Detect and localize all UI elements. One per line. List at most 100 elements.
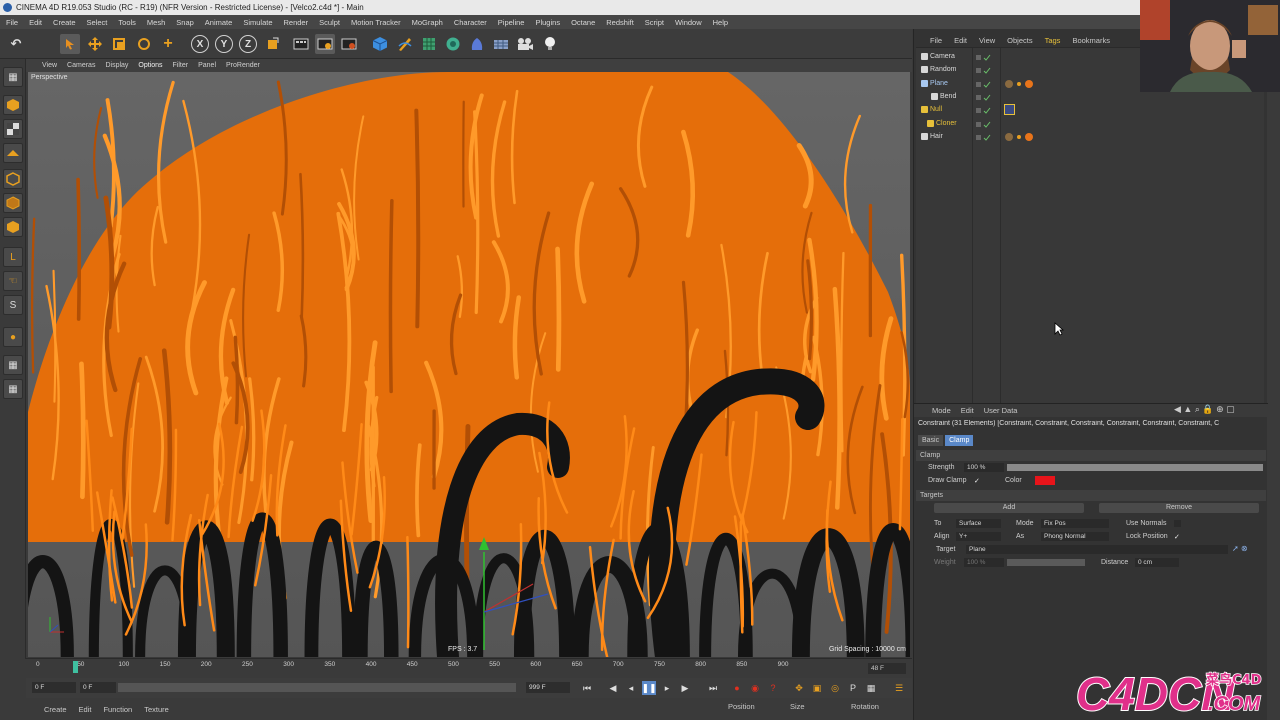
menu-item-create[interactable]: Create: [53, 18, 76, 27]
visibility-toggle-icon[interactable]: [976, 53, 991, 61]
pause-icon[interactable]: ❚❚: [641, 681, 657, 695]
pen-spline-icon[interactable]: [395, 34, 415, 54]
key-scale-icon[interactable]: ▣: [810, 681, 824, 695]
axis-x-lock-button[interactable]: X: [191, 35, 209, 53]
target-link-field[interactable]: Plane: [966, 545, 1228, 554]
cube-primitive-icon[interactable]: [370, 34, 390, 54]
visibility-toggle-icon[interactable]: [976, 106, 991, 114]
key-rotation-icon[interactable]: ◎: [828, 681, 842, 695]
menu-item-motion-tracker[interactable]: Motion Tracker: [351, 18, 401, 27]
object-menu-edit[interactable]: Edit: [954, 36, 967, 45]
mode-dropdown[interactable]: Fix Pos: [1041, 519, 1109, 528]
locked-workplane-icon[interactable]: ▦: [3, 355, 23, 375]
align-dropdown[interactable]: Y+: [956, 532, 1001, 541]
object-menu-bookmarks[interactable]: Bookmarks: [1072, 36, 1110, 45]
to-dropdown[interactable]: Surface: [956, 519, 1001, 528]
object-row-null[interactable]: Null: [916, 103, 1264, 116]
min-frame-field[interactable]: 0 F: [80, 682, 116, 693]
viewport-menu-filter[interactable]: Filter: [173, 62, 189, 69]
selection-tag-icon[interactable]: [1004, 104, 1015, 116]
light-icon[interactable]: [540, 34, 560, 54]
deformer-icon[interactable]: [467, 34, 487, 54]
recent-tools-icon[interactable]: +: [158, 34, 178, 54]
visibility-toggle-icon[interactable]: [976, 93, 991, 101]
visibility-toggle-icon[interactable]: [976, 120, 991, 128]
remove-target-button[interactable]: Remove: [1099, 503, 1259, 513]
cloner-mograph-icon[interactable]: [443, 34, 463, 54]
viewport-menu-display[interactable]: Display: [105, 62, 128, 69]
axis-y-lock-button[interactable]: Y: [215, 35, 233, 53]
move-tool-icon[interactable]: [85, 34, 105, 54]
object-menu-objects[interactable]: Objects: [1007, 36, 1032, 45]
distance-field[interactable]: 0 cm: [1135, 558, 1179, 567]
visibility-toggle-icon[interactable]: [976, 133, 991, 141]
viewport-menu-prorender[interactable]: ProRender: [226, 62, 260, 69]
menu-item-mograph[interactable]: MoGraph: [412, 18, 443, 27]
menu-item-select[interactable]: Select: [87, 18, 108, 27]
lock-position-checkbox[interactable]: ✓: [1174, 533, 1180, 541]
floor-environment-icon[interactable]: [491, 34, 511, 54]
render-to-picture-viewer-icon[interactable]: [315, 34, 335, 54]
weight-slider[interactable]: [1007, 559, 1085, 566]
object-menu-tags[interactable]: Tags: [1045, 36, 1061, 45]
attribute-menu-user-data[interactable]: User Data: [984, 406, 1018, 415]
autokey-icon[interactable]: ◉: [748, 681, 762, 695]
snapping-icon[interactable]: S: [3, 295, 23, 315]
model-mode-icon[interactable]: [3, 95, 23, 115]
viewport-menu-cameras[interactable]: Cameras: [67, 62, 95, 69]
strength-slider-track[interactable]: [1007, 464, 1263, 471]
prev-key-icon[interactable]: ◀: [606, 681, 620, 695]
viewport-menu-options[interactable]: Options: [138, 62, 162, 69]
draw-clamp-checkbox[interactable]: ✓: [974, 477, 980, 485]
object-menu-file[interactable]: File: [930, 36, 942, 45]
record-keys-icon[interactable]: ●: [730, 681, 744, 695]
goto-start-icon[interactable]: ⏮: [580, 681, 594, 695]
material-menu-texture[interactable]: Texture: [144, 705, 169, 714]
menu-item-file[interactable]: File: [6, 18, 18, 27]
object-menu-view[interactable]: View: [979, 36, 995, 45]
axis-z-lock-button[interactable]: Z: [239, 35, 257, 53]
menu-item-pipeline[interactable]: Pipeline: [498, 18, 525, 27]
next-frame-icon[interactable]: ▸: [660, 681, 674, 695]
camera-icon[interactable]: [515, 34, 535, 54]
select-tool-icon[interactable]: [60, 34, 80, 54]
attribute-menu-edit[interactable]: Edit: [961, 406, 974, 415]
viewport-menu-panel[interactable]: Panel: [198, 62, 216, 69]
edges-mode-icon[interactable]: [3, 193, 23, 213]
goto-end-icon[interactable]: ⏭: [706, 681, 720, 695]
menu-item-octane[interactable]: Octane: [571, 18, 595, 27]
menu-item-sculpt[interactable]: Sculpt: [319, 18, 340, 27]
viewport-menu-view[interactable]: View: [42, 62, 57, 69]
prev-frame-icon[interactable]: ◂: [624, 681, 638, 695]
object-row-hair[interactable]: Hair: [916, 130, 1264, 143]
menu-item-plugins[interactable]: Plugins: [535, 18, 560, 27]
add-target-button[interactable]: Add: [934, 503, 1084, 513]
object-row-cloner[interactable]: Cloner: [916, 117, 1264, 130]
key-position-icon[interactable]: ✥: [792, 681, 806, 695]
make-editable-icon[interactable]: ▦: [3, 67, 23, 87]
material-menu-create[interactable]: Create: [44, 705, 67, 714]
menu-item-animate[interactable]: Animate: [205, 18, 233, 27]
menu-item-script[interactable]: Script: [645, 18, 664, 27]
menu-item-character[interactable]: Character: [454, 18, 487, 27]
current-frame-field[interactable]: 0 F: [32, 682, 76, 693]
render-settings-icon[interactable]: [339, 34, 359, 54]
tweak-mode-icon[interactable]: ☜: [3, 271, 23, 291]
menu-item-mesh[interactable]: Mesh: [147, 18, 165, 27]
points-mode-icon[interactable]: [3, 169, 23, 189]
visibility-toggle-icon[interactable]: [976, 80, 991, 88]
key-pla-icon[interactable]: ▦: [864, 681, 878, 695]
sculpt-brush-icon[interactable]: ●: [3, 327, 23, 347]
viewport-perspective[interactable]: Perspective FPS : 3.7 Grid Spacing : 100…: [28, 72, 910, 657]
target-pick-icon[interactable]: ➚ ⊗: [1232, 544, 1248, 553]
weight-field[interactable]: 100 %: [964, 558, 1004, 567]
menu-item-help[interactable]: Help: [713, 18, 728, 27]
tab-clamp[interactable]: Clamp: [945, 435, 974, 446]
object-tags-icon[interactable]: [1004, 132, 1034, 147]
render-view-icon[interactable]: [291, 34, 311, 54]
coordinate-system-icon[interactable]: [263, 34, 283, 54]
subdivision-surface-icon[interactable]: [419, 34, 439, 54]
keyframe-selection-icon[interactable]: ?: [766, 681, 780, 695]
key-parameter-icon[interactable]: P: [846, 681, 860, 695]
undo-icon[interactable]: ↶: [6, 34, 26, 54]
